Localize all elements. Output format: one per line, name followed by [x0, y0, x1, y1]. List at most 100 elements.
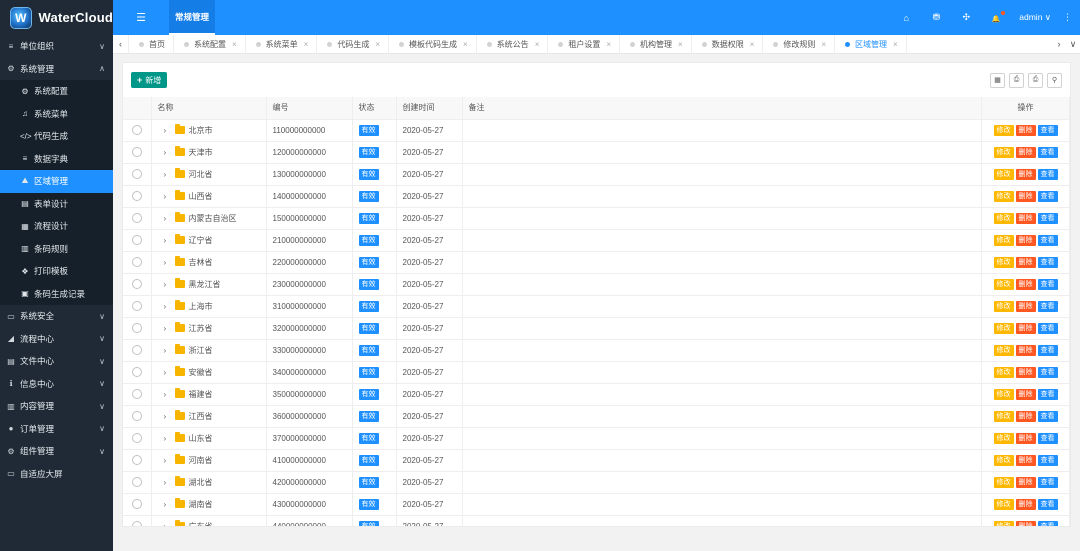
row-radio[interactable] — [131, 301, 142, 311]
page-tab-8[interactable]: 数据权限 × — [692, 34, 764, 54]
close-tab-icon[interactable]: × — [232, 40, 237, 49]
row-radio[interactable] — [131, 345, 142, 355]
view-button[interactable]: 查看 — [1037, 146, 1058, 158]
delete-button[interactable]: 删除 — [1015, 212, 1036, 224]
more-icon[interactable]: ⋮ — [1063, 12, 1072, 23]
delete-button[interactable]: 删除 — [1015, 432, 1036, 444]
edit-button[interactable]: 修改 — [993, 234, 1014, 246]
edit-button[interactable]: 修改 — [993, 344, 1014, 356]
edit-button[interactable]: 修改 — [993, 454, 1014, 466]
delete-button[interactable]: 删除 — [1015, 454, 1036, 466]
sidebar-group-7[interactable]: ● 订单管理 ∨ — [0, 418, 113, 441]
expand-chevron-icon[interactable]: › — [164, 478, 172, 487]
close-tab-icon[interactable]: × — [463, 40, 468, 49]
delete-button[interactable]: 删除 — [1015, 520, 1036, 526]
delete-button[interactable]: 删除 — [1015, 410, 1036, 422]
user-menu[interactable]: admin ∨ — [1019, 12, 1051, 23]
view-button[interactable]: 查看 — [1037, 520, 1058, 526]
row-radio[interactable] — [131, 477, 142, 487]
edit-button[interactable]: 修改 — [993, 498, 1014, 510]
delete-button[interactable]: 删除 — [1015, 388, 1036, 400]
expand-chevron-icon[interactable]: › — [164, 434, 172, 443]
close-tab-icon[interactable]: × — [821, 40, 826, 49]
delete-button[interactable]: 删除 — [1015, 300, 1036, 312]
expand-chevron-icon[interactable]: › — [164, 126, 172, 135]
edit-button[interactable]: 修改 — [993, 322, 1014, 334]
close-tab-icon[interactable]: × — [606, 40, 611, 49]
edit-button[interactable]: 修改 — [993, 212, 1014, 224]
delete-button[interactable]: 删除 — [1015, 124, 1036, 136]
menu-toggle-icon[interactable]: ☰ — [127, 11, 155, 24]
view-button[interactable]: 查看 — [1037, 278, 1058, 290]
sidebar-item-1-6[interactable]: ▦ 流程设计 — [0, 215, 113, 238]
page-tab-9[interactable]: 修改规则 × — [763, 34, 836, 54]
edit-button[interactable]: 修改 — [993, 410, 1014, 422]
close-tab-icon[interactable]: × — [678, 40, 683, 49]
sidebar-group-5[interactable]: ℹ 信息中心 ∨ — [0, 373, 113, 396]
header-name[interactable]: 名称 — [151, 97, 267, 120]
view-button[interactable]: 查看 — [1037, 498, 1058, 510]
view-button[interactable]: 查看 — [1037, 234, 1058, 246]
page-tab-2[interactable]: 系统菜单 × — [246, 34, 318, 54]
edit-button[interactable]: 修改 — [993, 366, 1014, 378]
expand-chevron-icon[interactable]: › — [164, 148, 172, 157]
delete-button[interactable]: 删除 — [1015, 278, 1036, 290]
sidebar-group-6[interactable]: ▥ 内容管理 ∨ — [0, 395, 113, 418]
add-button[interactable]: + 新增 — [131, 72, 168, 88]
row-radio[interactable] — [131, 213, 142, 223]
view-button[interactable]: 查看 — [1037, 168, 1058, 180]
expand-chevron-icon[interactable]: › — [164, 456, 172, 465]
edit-button[interactable]: 修改 — [993, 476, 1014, 488]
edit-button[interactable]: 修改 — [993, 256, 1014, 268]
view-button[interactable]: 查看 — [1037, 388, 1058, 400]
close-tab-icon[interactable]: × — [304, 40, 309, 49]
sidebar-item-1-0[interactable]: ⚙ 系统配置 — [0, 80, 113, 103]
row-radio[interactable] — [131, 455, 142, 465]
top-nav-tab-general[interactable]: 常规管理 — [169, 0, 216, 35]
sidebar-group-0[interactable]: ≡ 单位组织 ∨ — [0, 35, 113, 58]
row-radio[interactable] — [131, 235, 142, 245]
expand-chevron-icon[interactable]: › — [164, 368, 172, 377]
expand-chevron-icon[interactable]: › — [164, 280, 172, 289]
close-tab-icon[interactable]: × — [535, 40, 540, 49]
row-radio[interactable] — [131, 323, 142, 333]
row-radio[interactable] — [131, 411, 142, 421]
page-tab-1[interactable]: 系统配置 × — [174, 34, 246, 54]
row-radio[interactable] — [131, 499, 142, 509]
edit-button[interactable]: 修改 — [993, 520, 1014, 526]
view-button[interactable]: 查看 — [1037, 454, 1058, 466]
row-radio[interactable] — [131, 257, 142, 267]
row-radio[interactable] — [131, 389, 142, 399]
edit-button[interactable]: 修改 — [993, 278, 1014, 290]
delete-button[interactable]: 删除 — [1015, 498, 1036, 510]
edit-button[interactable]: 修改 — [993, 168, 1014, 180]
page-tab-10[interactable]: 区域管理 × — [835, 34, 907, 54]
row-radio[interactable] — [131, 279, 142, 289]
expand-chevron-icon[interactable]: › — [164, 522, 172, 527]
sidebar-item-1-1[interactable]: ♫ 系统菜单 — [0, 103, 113, 126]
delete-button[interactable]: 删除 — [1015, 234, 1036, 246]
sidebar-item-1-2[interactable]: </> 代码生成 — [0, 125, 113, 148]
close-tab-icon[interactable]: × — [750, 40, 755, 49]
sidebar-group-8[interactable]: ⚙ 组件管理 ∨ — [0, 440, 113, 463]
sidebar-item-1-5[interactable]: ▤ 表单设计 — [0, 193, 113, 216]
expand-chevron-icon[interactable]: › — [164, 236, 172, 245]
row-radio[interactable] — [131, 169, 142, 179]
home-icon[interactable]: ⌂ — [891, 13, 921, 23]
view-button[interactable]: 查看 — [1037, 212, 1058, 224]
row-radio[interactable] — [131, 125, 142, 135]
row-radio[interactable] — [131, 433, 142, 443]
expand-chevron-icon[interactable]: › — [164, 412, 172, 421]
edit-button[interactable]: 修改 — [993, 300, 1014, 312]
close-tab-icon[interactable]: × — [893, 40, 898, 49]
sidebar-group-4[interactable]: ▤ 文件中心 ∨ — [0, 350, 113, 373]
export-icon[interactable]: ⎙ — [1009, 72, 1024, 88]
expand-chevron-icon[interactable]: › — [164, 170, 172, 179]
close-tab-icon[interactable]: × — [375, 40, 380, 49]
sidebar-group-9[interactable]: ▭ 自适应大屏 — [0, 463, 113, 486]
view-button[interactable]: 查看 — [1037, 300, 1058, 312]
row-radio[interactable] — [131, 521, 142, 526]
expand-chevron-icon[interactable]: › — [164, 258, 172, 267]
header-status[interactable]: 状态 — [352, 97, 397, 120]
view-button[interactable]: 查看 — [1037, 410, 1058, 422]
